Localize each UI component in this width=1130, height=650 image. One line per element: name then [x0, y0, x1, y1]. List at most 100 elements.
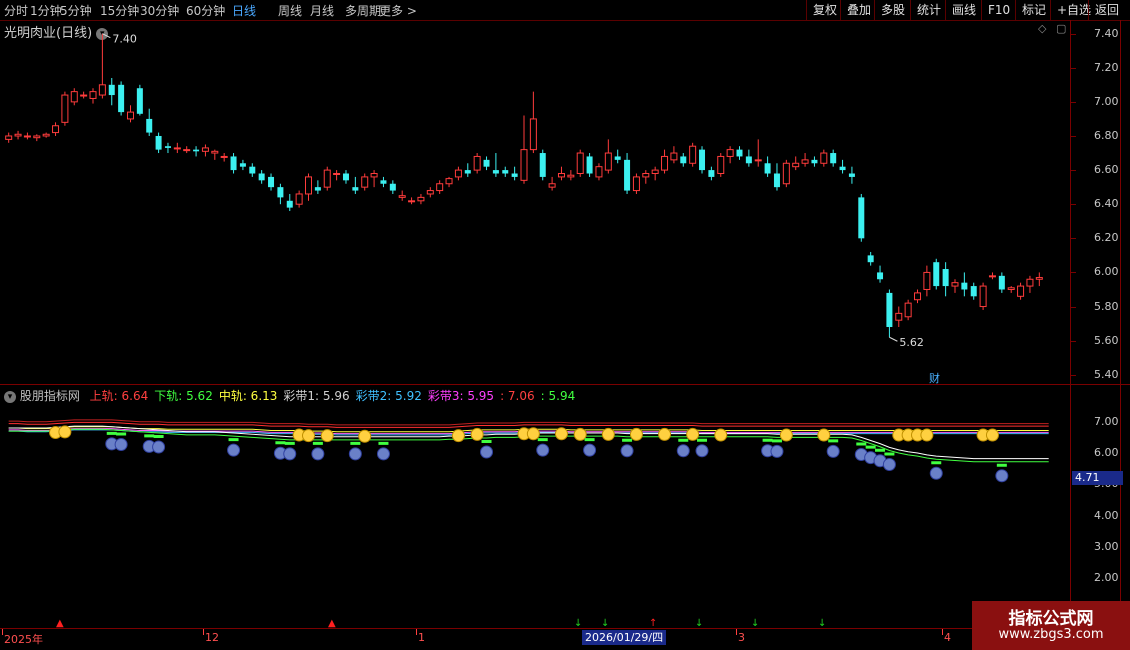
time-label: 2025年 — [4, 633, 43, 646]
signal-bar — [771, 439, 782, 443]
candle — [820, 149, 828, 167]
period-tab[interactable]: 60分钟 — [186, 2, 225, 19]
candle — [680, 153, 687, 167]
signal-bar — [678, 438, 689, 442]
candle — [933, 258, 940, 290]
indicator-chart[interactable] — [0, 403, 1070, 628]
indicator-value: : 5.94 — [540, 389, 576, 403]
signal-arrow-icon: ↓ — [751, 618, 760, 629]
candle — [14, 130, 22, 140]
kline-chart[interactable]: 7.40 5.62 财 — [0, 20, 1070, 385]
candle — [736, 146, 743, 160]
toolbar-button[interactable]: 多股 — [874, 0, 911, 20]
period-tab[interactable]: 日线 — [232, 2, 256, 19]
signal-arrow-icon: ↓ — [818, 618, 827, 629]
candle — [923, 265, 931, 297]
signal-bar — [856, 442, 867, 446]
price-tick: 6.20 — [1094, 231, 1119, 245]
candle — [699, 146, 706, 174]
candle — [201, 144, 209, 157]
happy-face-icon — [601, 427, 615, 441]
period-tab[interactable]: 30分钟 — [140, 2, 179, 19]
candle — [323, 166, 331, 191]
candle — [126, 105, 134, 123]
candle — [576, 149, 584, 177]
candle — [136, 84, 143, 116]
period-tab[interactable]: 5分钟 — [60, 2, 92, 19]
toolbar-button[interactable]: 标记 — [1015, 0, 1052, 20]
candle — [979, 282, 987, 310]
toolbar-button[interactable]: 叠加 — [840, 0, 877, 20]
time-tick — [942, 629, 943, 635]
happy-face-icon — [470, 427, 484, 441]
toolbar-button[interactable]: 统计 — [910, 0, 947, 20]
happy-face-icon — [58, 425, 72, 439]
period-tab[interactable]: 15分钟 — [100, 2, 139, 19]
candle — [436, 180, 444, 194]
indicator-value: 彩带2: 5.92 — [355, 389, 422, 403]
candle — [586, 153, 593, 177]
candle — [998, 272, 1005, 293]
candle — [520, 115, 528, 184]
happy-face-icon — [629, 427, 643, 441]
sad-face-icon — [283, 447, 297, 461]
price-tick-mark — [1071, 306, 1076, 308]
axis-divider — [1070, 20, 1071, 630]
candle — [792, 156, 800, 171]
candle — [717, 153, 725, 177]
candle — [1035, 272, 1043, 287]
happy-face-icon — [714, 428, 728, 442]
candle — [483, 156, 490, 171]
indicator-value: 下轨: 5.62 — [154, 389, 213, 403]
price-tick: 6.40 — [1094, 197, 1119, 211]
candle — [33, 134, 41, 142]
period-tab[interactable]: 分时 — [4, 2, 28, 19]
period-tab[interactable]: 多周期 — [345, 2, 381, 19]
period-tab[interactable]: 1分钟 — [30, 2, 62, 19]
candle — [183, 146, 191, 154]
candle — [473, 153, 481, 174]
price-tick: 7.00 — [1094, 94, 1119, 108]
toolbar-button[interactable]: 画线 — [945, 0, 982, 20]
candle — [773, 163, 780, 191]
candle — [539, 149, 546, 181]
indicator-dropdown-icon[interactable]: ▾ — [4, 390, 16, 403]
price-tick: 6.80 — [1094, 128, 1119, 142]
period-tab[interactable]: 月线 — [310, 2, 334, 19]
happy-face-icon — [451, 429, 465, 443]
candle — [352, 176, 359, 194]
signal-bar — [144, 434, 155, 438]
candle — [614, 149, 621, 164]
candle — [951, 279, 959, 293]
candle — [670, 146, 678, 164]
signal-bar — [884, 452, 895, 456]
candle — [61, 91, 69, 126]
signal-bar — [275, 441, 286, 445]
sad-face-icon — [152, 440, 166, 454]
signal-arrow-icon: ↓ — [695, 618, 704, 629]
sad-face-icon — [676, 444, 690, 458]
sad-face-icon — [770, 444, 784, 458]
time-tick — [203, 629, 204, 635]
panel-divider — [0, 384, 1130, 385]
happy-face-icon — [554, 427, 568, 441]
signal-bar — [153, 435, 164, 438]
candle — [801, 153, 809, 167]
time-axis-divider — [0, 628, 1130, 629]
period-tab[interactable]: 更多 > — [379, 2, 417, 19]
indicator-tick: 4.00 — [1094, 508, 1119, 522]
toolbar-button[interactable]: 复权 — [806, 0, 843, 20]
candle — [98, 33, 106, 99]
toolbar-button[interactable]: 返回 — [1088, 0, 1125, 20]
candle — [661, 149, 669, 174]
sad-face-icon — [227, 443, 241, 457]
sad-face-icon — [882, 458, 896, 471]
signal-bar — [762, 438, 773, 442]
indicator-value: 中轨: 6.13 — [218, 389, 278, 403]
sad-face-icon — [929, 466, 943, 480]
toolbar-button[interactable]: F10 — [981, 0, 1016, 20]
signal-bar — [697, 438, 708, 442]
candle — [417, 193, 425, 205]
candle — [502, 166, 509, 177]
period-tab[interactable]: 周线 — [278, 2, 302, 19]
